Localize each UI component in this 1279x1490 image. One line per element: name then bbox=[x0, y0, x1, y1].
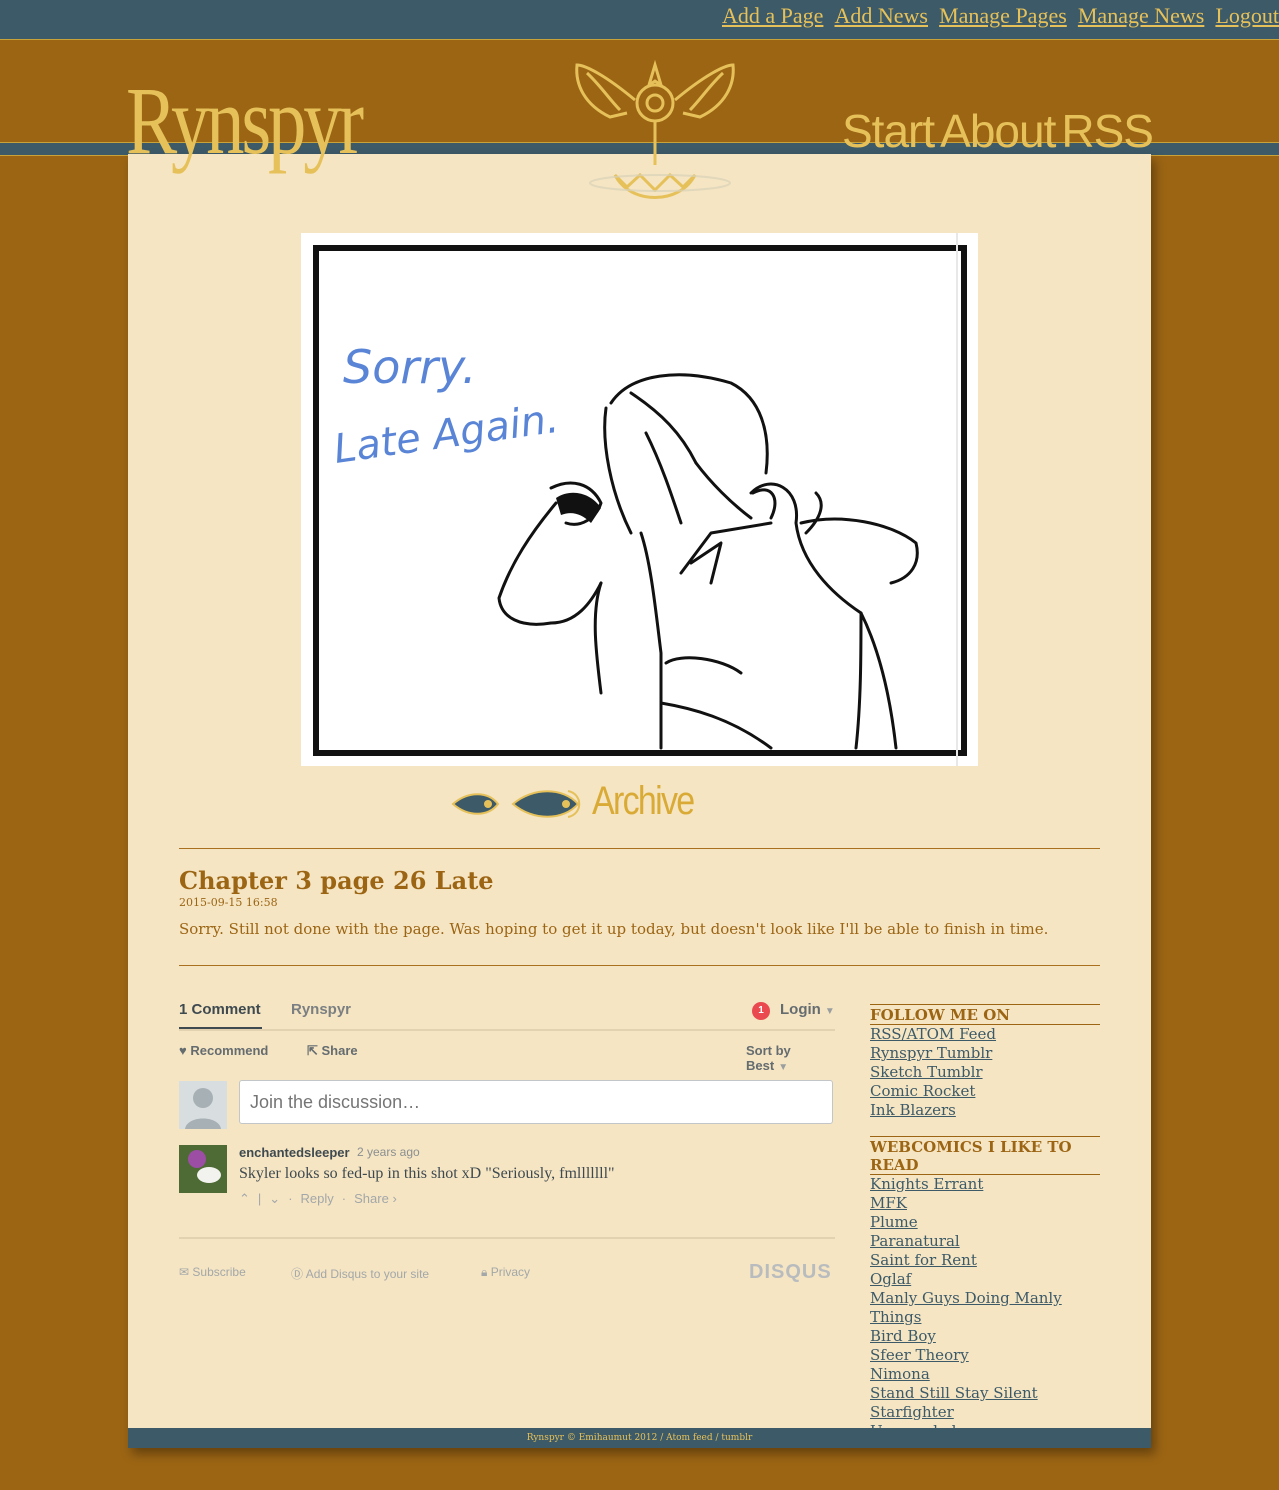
comments-actions: ♥ Recommend ⇱ Share Sort by Best ▼ bbox=[179, 1031, 835, 1073]
nav-about[interactable]: About bbox=[940, 105, 1056, 157]
divider bbox=[179, 848, 1100, 849]
webcomic-link[interactable]: Oglaf bbox=[870, 1270, 911, 1288]
envelope-icon: ✉ bbox=[179, 1265, 193, 1279]
subscribe-link[interactable]: ✉ Subscribe bbox=[179, 1265, 246, 1279]
add-disqus-link[interactable]: Ⓓ Add Disqus to your site bbox=[291, 1265, 429, 1282]
winged-emblem-icon bbox=[575, 59, 735, 199]
webcomic-link[interactable]: Bird Boy bbox=[870, 1327, 936, 1345]
webcomics-heading: WEBCOMICS I LIKE TO READ bbox=[870, 1136, 1100, 1175]
webcomic-link[interactable]: Starfighter bbox=[870, 1403, 954, 1421]
webcomic-link[interactable]: Sfeer Theory bbox=[870, 1346, 969, 1364]
active-tab-indicator bbox=[179, 1027, 262, 1029]
webcomic-link[interactable]: Nimona bbox=[870, 1365, 930, 1383]
webcomics-links: Knights Errant MFK Plume Paranatural Sai… bbox=[870, 1175, 1100, 1441]
downvote-icon[interactable]: ⌄ bbox=[269, 1191, 280, 1206]
comment-input[interactable] bbox=[239, 1080, 833, 1124]
reply-button[interactable]: Reply bbox=[301, 1191, 334, 1206]
divider bbox=[179, 965, 1100, 966]
login-dropdown[interactable]: Login ▼ bbox=[780, 1001, 835, 1018]
archive-link[interactable]: Archive bbox=[592, 779, 695, 824]
comment-author[interactable]: enchantedsleeper bbox=[239, 1145, 350, 1160]
comment-actions: ⌃ | ⌄ · Reply · Share › bbox=[239, 1191, 405, 1207]
post-body: Sorry. Still not done with the page. Was… bbox=[179, 920, 1049, 938]
comic-text-sorry: Sorry. bbox=[343, 340, 476, 394]
webcomic-link[interactable]: Manly Guys Doing Manly Things bbox=[870, 1289, 1062, 1326]
sidebar: FOLLOW ME ON RSS/ATOM Feed Rynspyr Tumbl… bbox=[870, 1004, 1100, 1457]
comments-tabs: 1 Comment Rynspyr 1 Login ▼ bbox=[179, 994, 835, 1031]
comments-footer: ✉ Subscribe Ⓓ Add Disqus to your site 🔒︎… bbox=[179, 1237, 835, 1289]
add-news-link[interactable]: Add News bbox=[835, 2, 929, 30]
privacy-label: Privacy bbox=[490, 1265, 531, 1279]
nav-rss[interactable]: RSS bbox=[1061, 105, 1154, 157]
follow-link[interactable]: RSS/ATOM Feed bbox=[870, 1025, 996, 1043]
butterfly-photo bbox=[179, 1145, 227, 1193]
comic-page: Sorry. Late Again. bbox=[301, 233, 978, 766]
follow-link[interactable]: Ink Blazers bbox=[870, 1101, 956, 1119]
follow-heading: FOLLOW ME ON bbox=[870, 1004, 1100, 1025]
comment-share-button[interactable]: Share › bbox=[354, 1191, 397, 1206]
dot-separator: · bbox=[341, 1191, 347, 1206]
manage-pages-link[interactable]: Manage Pages bbox=[939, 2, 1067, 30]
avatar[interactable] bbox=[179, 1145, 227, 1193]
comment-text: Skyler looks so fed-up in this shot xD "… bbox=[239, 1165, 615, 1182]
tab-comments[interactable]: 1 Comment bbox=[179, 1001, 261, 1018]
webcomic-link[interactable]: MFK bbox=[870, 1194, 907, 1212]
site-nav: Start About RSS bbox=[842, 104, 1159, 158]
follow-link[interactable]: Sketch Tumblr bbox=[870, 1063, 983, 1081]
webcomic-link[interactable]: Knights Errant bbox=[870, 1175, 983, 1193]
privacy-link[interactable]: 🔒︎ Privacy bbox=[481, 1265, 530, 1280]
recommend-label: Recommend bbox=[190, 1043, 269, 1058]
add-page-link[interactable]: Add a Page bbox=[722, 2, 823, 30]
share-icon: ⇱ bbox=[307, 1043, 322, 1058]
follow-link[interactable]: Rynspyr Tumblr bbox=[870, 1044, 992, 1062]
add-disqus-label: Add Disqus to your site bbox=[305, 1267, 430, 1281]
tab-community[interactable]: Rynspyr bbox=[291, 1001, 351, 1018]
logout-link[interactable]: Logout bbox=[1215, 2, 1279, 30]
comic-navigation bbox=[451, 790, 581, 818]
upvote-icon[interactable]: ⌃ bbox=[239, 1191, 250, 1206]
post-date: 2015-09-15 16:58 bbox=[179, 896, 278, 909]
content-panel: Sorry. Late Again. Archive Chapter 3 pag… bbox=[128, 154, 1151, 1448]
share-button[interactable]: ⇱ Share bbox=[307, 1043, 358, 1059]
post-title: Chapter 3 page 26 Late bbox=[179, 866, 494, 895]
disqus-d-icon: Ⓓ bbox=[291, 1267, 306, 1281]
avatar bbox=[179, 1081, 227, 1129]
webcomic-link[interactable]: Paranatural bbox=[870, 1232, 960, 1250]
recommend-button[interactable]: ♥ Recommend bbox=[179, 1043, 268, 1058]
webcomic-link[interactable]: Stand Still Stay Silent bbox=[870, 1384, 1038, 1402]
admin-bar: Add a Page Add News Manage Pages Manage … bbox=[0, 0, 1279, 40]
login-label: Login bbox=[780, 1001, 821, 1018]
caret-down-icon: ▼ bbox=[824, 1006, 835, 1017]
webcomic-link[interactable]: Saint for Rent bbox=[870, 1251, 977, 1269]
user-placeholder-icon bbox=[185, 1088, 221, 1129]
site-logo[interactable]: Rynspyr bbox=[126, 66, 364, 176]
comments-section: 1 Comment Rynspyr 1 Login ▼ ♥ Recommend ⇱… bbox=[179, 994, 835, 1289]
follow-links: RSS/ATOM Feed Rynspyr Tumblr Sketch Tumb… bbox=[870, 1025, 1100, 1120]
webcomic-link[interactable]: Plume bbox=[870, 1213, 918, 1231]
subscribe-label: Subscribe bbox=[192, 1265, 246, 1279]
nav-start[interactable]: Start bbox=[842, 105, 935, 157]
notification-badge[interactable]: 1 bbox=[752, 1002, 770, 1020]
disqus-logo[interactable]: DISQUS bbox=[749, 1261, 832, 1284]
vote-separator: | bbox=[257, 1191, 262, 1206]
follow-link[interactable]: Comic Rocket bbox=[870, 1082, 975, 1100]
comic-panel-drawing: Sorry. Late Again. bbox=[313, 233, 967, 766]
heart-icon: ♥ bbox=[179, 1043, 191, 1058]
first-page-icon[interactable] bbox=[511, 790, 581, 818]
dot-separator: · bbox=[288, 1191, 293, 1206]
manage-news-link[interactable]: Manage News bbox=[1078, 2, 1204, 30]
lock-icon: 🔒︎ bbox=[481, 1265, 491, 1279]
previous-page-icon[interactable] bbox=[451, 793, 500, 815]
share-label: Share bbox=[321, 1043, 358, 1058]
comment-composer bbox=[179, 1069, 835, 1137]
site-footer: Rynspyr © Emihaumut 2012 / Atom feed / t… bbox=[128, 1428, 1151, 1448]
comment-time[interactable]: 2 years ago bbox=[357, 1145, 420, 1159]
comment-item: enchantedsleeper 2 years ago Skyler look… bbox=[179, 1137, 835, 1237]
